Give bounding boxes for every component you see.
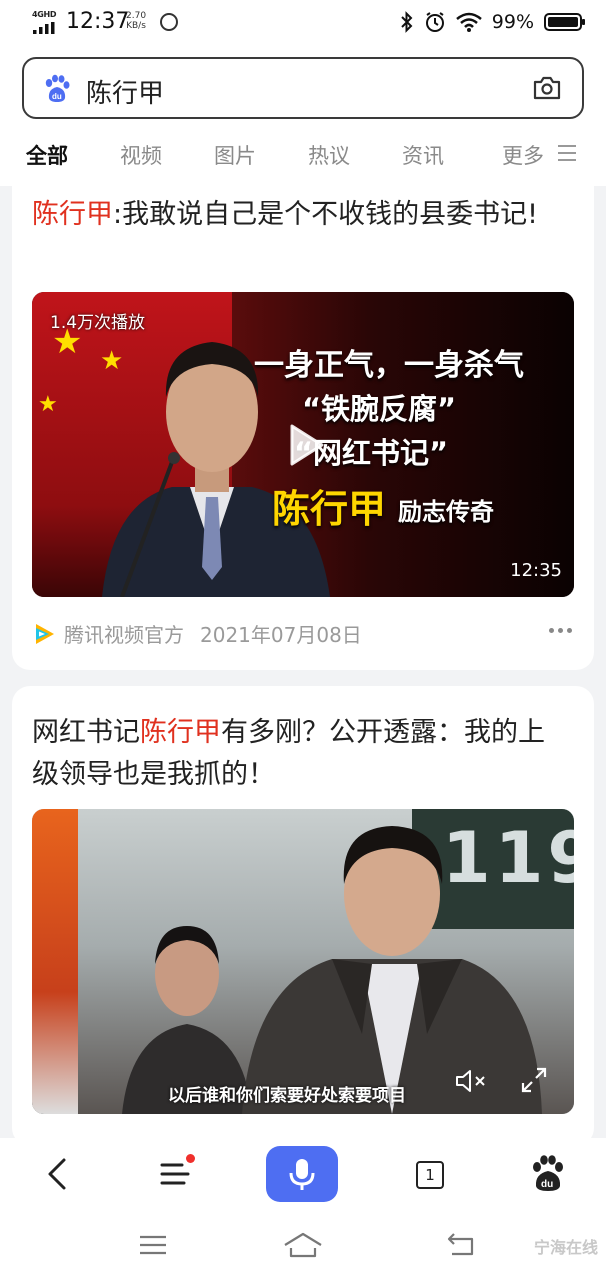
baidu-paw-icon: du	[533, 1155, 563, 1191]
result-title[interactable]: 网红书记陈行甲有多刚？公开透露：我的上级领导也是我抓的！	[32, 712, 562, 796]
battery-fill	[548, 17, 578, 27]
clock: 12:37	[66, 9, 130, 34]
tab-news[interactable]: 资讯	[402, 140, 444, 170]
battery-icon	[544, 13, 585, 31]
watermark: 宁海在线	[533, 1238, 598, 1257]
menu-icon	[160, 1163, 190, 1185]
signal-indicator: 4GHD	[32, 10, 60, 34]
more-options-icon[interactable]	[549, 628, 572, 633]
system-navigation-bar: 宁海在线	[0, 1210, 606, 1280]
search-query: 陈行甲	[86, 79, 165, 109]
back-button[interactable]	[28, 1148, 88, 1200]
source-name[interactable]: 腾讯视频官方	[64, 619, 184, 648]
search-header: du 陈行甲	[0, 46, 606, 128]
camera-icon[interactable]	[532, 74, 562, 102]
overlay-text: 励志传奇	[398, 498, 494, 526]
recent-apps-button[interactable]	[134, 1230, 174, 1260]
flag-star-icon: ★	[38, 392, 58, 417]
notification-dot	[186, 1154, 195, 1163]
bluetooth-icon	[401, 11, 413, 33]
system-back-button[interactable]	[440, 1230, 480, 1260]
publish-date: 2021年07月08日	[200, 623, 362, 647]
menu-lines-icon[interactable]	[558, 145, 576, 161]
svg-text:du: du	[541, 1179, 553, 1190]
tabs-button[interactable]: 1	[400, 1148, 460, 1200]
search-input[interactable]: du 陈行甲	[22, 57, 584, 119]
home-button[interactable]	[283, 1230, 323, 1260]
video-player[interactable]: 119 以后谁和你们索要好处索要项目	[32, 809, 574, 1114]
video-subtitle: 以后谁和你们索要好处索要项目	[168, 1086, 406, 1106]
bottom-toolbar: 1 du	[0, 1138, 606, 1210]
baidu-paw-icon: du	[45, 74, 70, 102]
video-duration: 12:35	[510, 560, 562, 581]
wall-poster	[32, 809, 78, 1114]
nfc-icon	[160, 13, 178, 31]
tab-all[interactable]: 全部	[26, 140, 68, 170]
mute-icon[interactable]	[454, 1066, 488, 1096]
fullscreen-icon[interactable]	[520, 1066, 548, 1094]
result-meta: 腾讯视频官方 2021年07月08日	[32, 619, 362, 648]
tab-images[interactable]: 图片	[214, 140, 256, 170]
voice-search-button[interactable]	[266, 1146, 338, 1202]
tab-more[interactable]: 更多	[502, 140, 544, 170]
result-card[interactable]: 网红书记陈行甲有多刚？公开透露：我的上级领导也是我抓的！ 119 以后谁和你们索…	[12, 686, 594, 1146]
play-icon[interactable]	[288, 422, 326, 468]
play-count: 1.4万次播放	[50, 313, 146, 333]
battery-percentage: 99%	[491, 11, 534, 33]
speaker-figure	[242, 826, 542, 1114]
chevron-left-icon	[48, 1158, 66, 1190]
hamburger-icon	[140, 1235, 166, 1255]
alarm-icon	[425, 12, 444, 32]
menu-button[interactable]	[146, 1148, 206, 1200]
video-thumbnail[interactable]: ★ ★ ★ 1.4万次播放 一身正气，一身杀气 “铁腕反腐” “网红书记” 陈行…	[32, 292, 574, 597]
back-arrow-icon	[447, 1233, 474, 1256]
status-bar: 4GHD 12:37 2.70 KB/s 99%	[0, 0, 606, 46]
signal-bars-icon	[33, 22, 55, 34]
overlay-text: 一身正气，一身杀气	[254, 348, 524, 383]
overlay-text: 陈行甲	[272, 487, 387, 531]
tab-count: 1	[416, 1161, 444, 1189]
network-speed: 2.70 KB/s	[126, 11, 147, 31]
result-title[interactable]: 陈行甲:我敢说自己是个不收钱的县委书记!	[32, 194, 562, 236]
microphone-icon	[289, 1159, 315, 1190]
network-type: 4GHD	[32, 10, 57, 19]
status-right-icons: 99%	[400, 11, 585, 33]
result-card[interactable]: 陈行甲:我敢说自己是个不收钱的县委书记! ★ ★ ★ 1.4万次播放 一身正气，…	[12, 170, 594, 670]
tab-videos[interactable]: 视频	[120, 140, 162, 170]
svg-text:du: du	[52, 92, 62, 101]
home-icon	[284, 1232, 322, 1258]
tencent-video-icon	[36, 623, 54, 644]
baidu-home-button[interactable]: du	[518, 1148, 578, 1200]
tab-discussion[interactable]: 热议	[308, 140, 350, 170]
wifi-icon	[455, 12, 482, 32]
